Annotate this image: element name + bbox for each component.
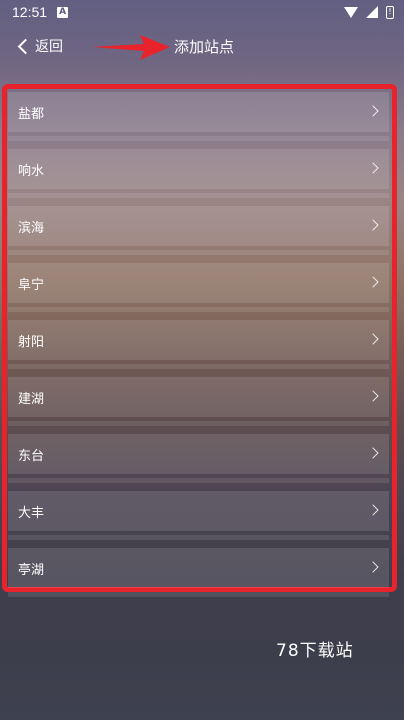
notification-icon: A bbox=[57, 6, 69, 18]
station-item-jianhu[interactable]: 建湖 bbox=[8, 377, 389, 426]
chevron-right-icon bbox=[367, 447, 379, 459]
station-label: 响水 bbox=[18, 163, 45, 179]
chevron-right-icon bbox=[367, 219, 379, 231]
page-title: 添加站点 bbox=[174, 38, 235, 56]
back-button[interactable]: 返回 bbox=[16, 36, 63, 56]
station-label: 东台 bbox=[18, 448, 45, 464]
wifi-icon bbox=[344, 6, 358, 18]
station-label: 盐都 bbox=[18, 106, 45, 122]
station-item-binhai[interactable]: 滨海 bbox=[8, 206, 389, 255]
station-label: 亭湖 bbox=[18, 562, 45, 578]
station-item-xiangshui[interactable]: 响水 bbox=[8, 149, 389, 198]
status-icons: ! bbox=[344, 5, 394, 19]
station-label: 建湖 bbox=[18, 391, 45, 407]
station-label: 大丰 bbox=[18, 505, 45, 521]
station-item-dafeng[interactable]: 大丰 bbox=[8, 491, 389, 540]
chevron-right-icon bbox=[367, 504, 379, 516]
chevron-right-icon bbox=[367, 390, 379, 402]
chevron-right-icon bbox=[367, 162, 379, 174]
nav-bar: 返回 添加站点 bbox=[0, 24, 404, 70]
station-item-funing[interactable]: 阜宁 bbox=[8, 263, 389, 312]
status-bar: 12:51 A ! bbox=[0, 0, 404, 24]
watermark: 78下载站 bbox=[276, 641, 354, 661]
chevron-right-icon bbox=[367, 561, 379, 573]
station-label: 滨海 bbox=[18, 220, 45, 236]
chevron-right-icon bbox=[367, 276, 379, 288]
station-item-yandu[interactable]: 盐都 bbox=[8, 92, 389, 141]
station-item-tinghu[interactable]: 亭湖 bbox=[8, 548, 389, 597]
chevron-right-icon bbox=[367, 105, 379, 117]
back-label: 返回 bbox=[35, 39, 63, 55]
station-label: 阜宁 bbox=[18, 277, 45, 293]
status-time: 12:51 bbox=[12, 4, 48, 20]
red-arrow-annotation bbox=[92, 35, 170, 60]
station-list: 盐都 响水 滨海 阜宁 射阳 建湖 东台 大丰 亭湖 bbox=[8, 92, 389, 605]
station-label: 射阳 bbox=[18, 334, 45, 350]
chevron-right-icon bbox=[367, 333, 379, 345]
chevron-left-icon bbox=[17, 38, 34, 54]
station-item-sheyang[interactable]: 射阳 bbox=[8, 320, 389, 369]
battery-icon: ! bbox=[386, 5, 394, 19]
station-item-dongtai[interactable]: 东台 bbox=[8, 434, 389, 483]
signal-icon bbox=[366, 6, 378, 18]
